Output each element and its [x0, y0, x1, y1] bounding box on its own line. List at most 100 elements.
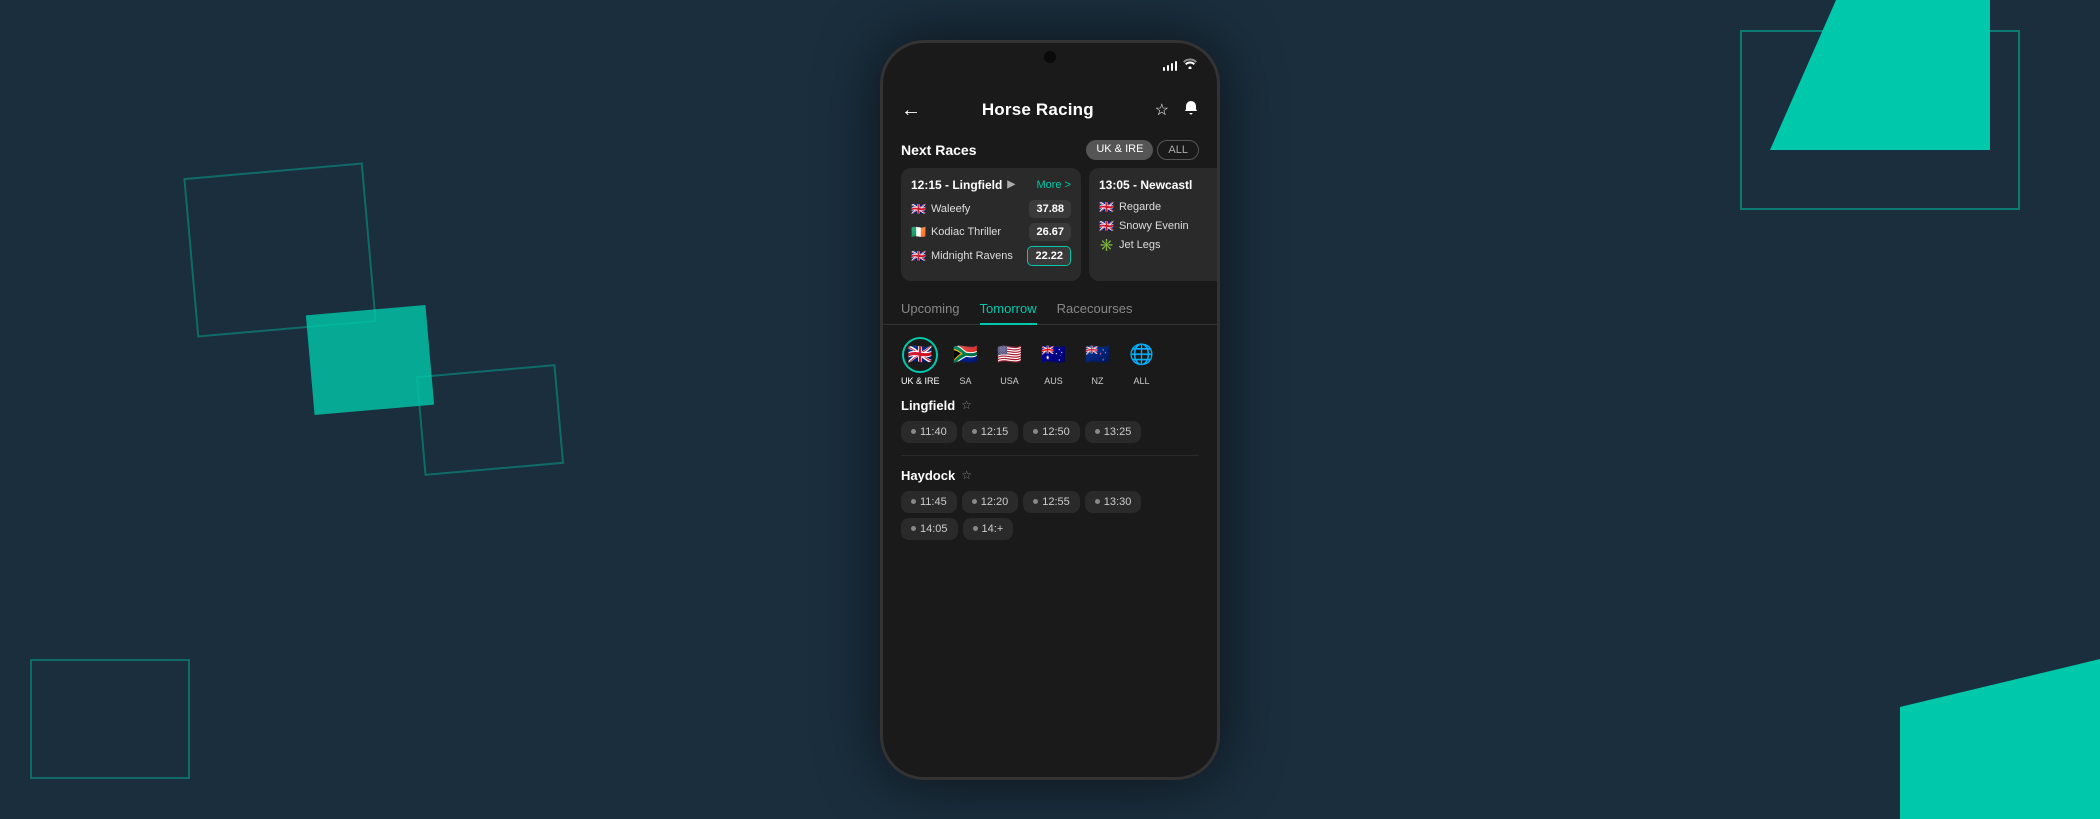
next-races-title: Next Races: [901, 142, 977, 158]
lingfield-time-4[interactable]: 13:25: [1085, 421, 1142, 443]
section-divider: [901, 455, 1199, 456]
time-dot: [1033, 429, 1038, 434]
race-cards-container: 12:15 - Lingfield ▶ More > 🇬🇧 Waleefy 37…: [883, 168, 1217, 293]
horse-info-1-1: 🇬🇧 Waleefy: [911, 202, 1029, 216]
country-label-all: ALL: [1134, 376, 1150, 386]
live-play-icon: ▶: [1007, 179, 1015, 190]
lingfield-fav-star[interactable]: ☆: [961, 398, 972, 412]
filter-all-small[interactable]: ALL: [1157, 140, 1199, 160]
country-label-usa: USA: [1000, 376, 1019, 386]
horse-name-2-1: Regarde: [1119, 201, 1161, 213]
country-nz[interactable]: 🇳🇿 NZ: [1080, 337, 1116, 386]
bg-decoration-teal-bottom-right: [1900, 659, 2100, 819]
haydock-time-3[interactable]: 12:55: [1023, 491, 1080, 513]
phone-device: ← Horse Racing ☆ Next Races UK & IRE ALL: [880, 40, 1220, 780]
horse-flag-2-3: ✳️: [1099, 238, 1114, 252]
horse-odds-1-1[interactable]: 37.88: [1029, 200, 1071, 218]
country-flag-aus: 🇦🇺: [1036, 337, 1072, 373]
racecourse-haydock-header: Haydock ☆: [901, 468, 1199, 483]
race-card-newcastle: 13:05 - Newcastl 🇬🇧 Regarde 🇬🇧 Snowy Eve…: [1089, 168, 1217, 281]
horse-flag-2-2: 🇬🇧: [1099, 219, 1114, 233]
country-all[interactable]: 🌐 ALL: [1124, 337, 1160, 386]
page-title: Horse Racing: [982, 100, 1094, 120]
app-header: ← Horse Racing ☆: [883, 87, 1217, 132]
country-uk-ire[interactable]: 🇬🇧 UK & IRE: [901, 337, 940, 386]
phone-content: ← Horse Racing ☆ Next Races UK & IRE ALL: [883, 87, 1217, 777]
haydock-time-6[interactable]: 14:+: [963, 518, 1014, 540]
notification-icon[interactable]: [1183, 100, 1199, 121]
lingfield-time-3[interactable]: 12:50: [1023, 421, 1080, 443]
horse-row-1-2: 🇮🇪 Kodiac Thriller 26.67: [911, 223, 1071, 241]
bg-decoration-3: [416, 364, 564, 476]
horse-row-2-3: ✳️ Jet Legs: [1099, 238, 1217, 252]
horse-flag-1-3: 🇬🇧: [911, 249, 926, 263]
racecourse-lingfield: Lingfield ☆ 11:40 12:15 12:50: [883, 398, 1217, 455]
header-actions: ☆: [1155, 100, 1199, 121]
racecourse-lingfield-header: Lingfield ☆: [901, 398, 1199, 413]
race-time-venue-2: 13:05 - Newcastl: [1099, 178, 1192, 192]
horse-info-2-1: 🇬🇧 Regarde: [1099, 200, 1217, 214]
horse-info-2-3: ✳️ Jet Legs: [1099, 238, 1217, 252]
country-flag-nz: 🇳🇿: [1080, 337, 1116, 373]
phone-notch: [1044, 51, 1056, 63]
horse-name-2-2: Snowy Evenin: [1119, 220, 1189, 232]
time-dot: [911, 499, 916, 504]
bg-decoration-outline-bottom-left: [30, 659, 190, 779]
phone-frame: ← Horse Racing ☆ Next Races UK & IRE ALL: [880, 40, 1220, 780]
country-usa[interactable]: 🇺🇸 USA: [992, 337, 1028, 386]
horse-row-1-3: 🇬🇧 Midnight Ravens 22.22: [911, 246, 1071, 266]
time-dot: [911, 429, 916, 434]
horse-name-1-3: Midnight Ravens: [931, 250, 1013, 262]
country-flag-all: 🌐: [1124, 337, 1160, 373]
horse-row-2-1: 🇬🇧 Regarde: [1099, 200, 1217, 214]
more-link-1[interactable]: More >: [1036, 179, 1071, 191]
race-time-venue-text-1: 12:15 - Lingfield: [911, 178, 1002, 192]
country-flag-usa: 🇺🇸: [992, 337, 1028, 373]
race-card-header-1: 12:15 - Lingfield ▶ More >: [911, 178, 1071, 192]
tab-upcoming[interactable]: Upcoming: [901, 293, 960, 324]
haydock-time-2[interactable]: 12:20: [962, 491, 1019, 513]
filter-uk-ire[interactable]: UK & IRE: [1086, 140, 1153, 160]
wifi-icon: [1183, 57, 1197, 72]
signal-icon: [1163, 59, 1178, 71]
time-dot: [1095, 499, 1100, 504]
back-button[interactable]: ←: [901, 99, 921, 122]
main-tabs: Upcoming Tomorrow Racecourses: [883, 293, 1217, 325]
tab-tomorrow[interactable]: Tomorrow: [980, 293, 1037, 324]
racecourse-lingfield-name: Lingfield: [901, 398, 955, 413]
lingfield-time-1[interactable]: 11:40: [901, 421, 957, 443]
haydock-time-1[interactable]: 11:45: [901, 491, 957, 513]
horse-info-1-2: 🇮🇪 Kodiac Thriller: [911, 225, 1029, 239]
horse-name-1-1: Waleefy: [931, 203, 970, 215]
country-aus[interactable]: 🇦🇺 AUS: [1036, 337, 1072, 386]
country-label-nz: NZ: [1092, 376, 1104, 386]
tab-racecourses[interactable]: Racecourses: [1057, 293, 1133, 324]
lingfield-time-2[interactable]: 12:15: [962, 421, 1019, 443]
race-card-lingfield: 12:15 - Lingfield ▶ More > 🇬🇧 Waleefy 37…: [901, 168, 1081, 281]
country-label-aus: AUS: [1044, 376, 1063, 386]
status-bar: [883, 43, 1217, 87]
racecourse-haydock: Haydock ☆ 11:45 12:20 12:55: [883, 468, 1217, 552]
race-time-venue-1: 12:15 - Lingfield ▶: [911, 178, 1015, 192]
next-races-header: Next Races UK & IRE ALL: [883, 132, 1217, 168]
star-icon[interactable]: ☆: [1155, 100, 1169, 120]
country-label-uk-ire: UK & IRE: [901, 376, 940, 386]
horse-odds-1-3[interactable]: 22.22: [1027, 246, 1071, 266]
time-dot: [972, 499, 977, 504]
horse-odds-1-2[interactable]: 26.67: [1029, 223, 1071, 241]
haydock-time-5[interactable]: 14:05: [901, 518, 958, 540]
racecourse-haydock-name: Haydock: [901, 468, 955, 483]
time-dot: [911, 526, 916, 531]
horse-flag-2-1: 🇬🇧: [1099, 200, 1114, 214]
horse-name-1-2: Kodiac Thriller: [931, 226, 1001, 238]
status-icons: [1163, 57, 1198, 72]
country-flag-sa: 🇿🇦: [948, 337, 984, 373]
country-filter-row: 🇬🇧 UK & IRE 🇿🇦 SA 🇺🇸 USA: [883, 337, 1217, 398]
country-flag-uk-ire: 🇬🇧: [902, 337, 938, 373]
race-card-header-2: 13:05 - Newcastl: [1099, 178, 1217, 192]
haydock-fav-star[interactable]: ☆: [961, 468, 972, 482]
country-sa[interactable]: 🇿🇦 SA: [948, 337, 984, 386]
bg-decoration-outline-top-right: [1740, 30, 2020, 210]
horse-info-1-3: 🇬🇧 Midnight Ravens: [911, 249, 1027, 263]
haydock-time-4[interactable]: 13:30: [1085, 491, 1142, 513]
